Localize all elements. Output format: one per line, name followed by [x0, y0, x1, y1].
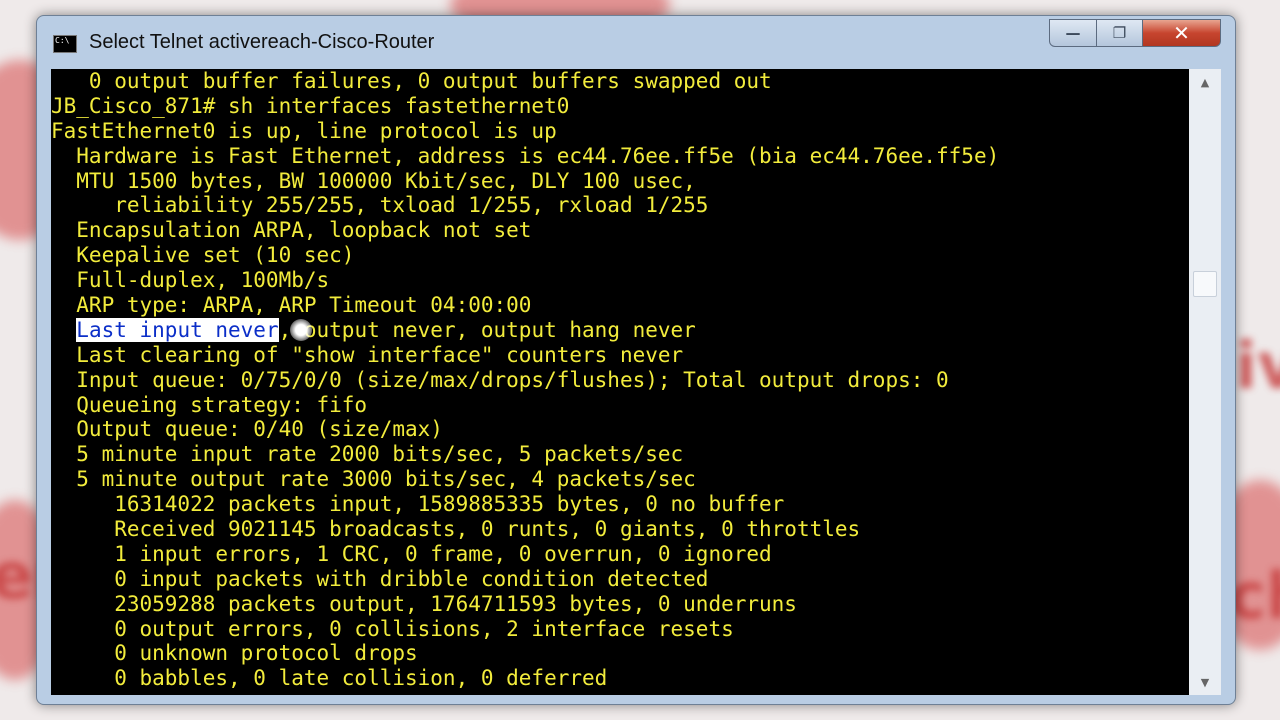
console-app-icon[interactable]	[53, 35, 77, 53]
terminal-line: Hardware is Fast Ethernet, address is ec…	[51, 143, 1000, 168]
telnet-window[interactable]: Select Telnet activereach-Cisco-Router —…	[36, 15, 1236, 705]
background-mark: ive	[1235, 330, 1280, 404]
vertical-scrollbar[interactable]: ▲ ▼	[1189, 69, 1221, 695]
terminal-line: ARP type: ARPA, ARP Timeout 04:00:00	[51, 293, 532, 318]
terminal-line: reliability 255/255, txload 1/255, rxloa…	[51, 193, 709, 218]
terminal-line: 0 output buffer failures, 0 output buffe…	[51, 69, 772, 93]
title-bar[interactable]: Select Telnet activereach-Cisco-Router —…	[37, 16, 1235, 68]
terminal-line: 16314022 packets input, 1589885335 bytes…	[51, 492, 785, 517]
scroll-up-arrow-icon[interactable]: ▲	[1189, 69, 1221, 95]
maximize-button[interactable]: ❐	[1097, 19, 1143, 47]
terminal-line: 5 minute output rate 3000 bits/sec, 4 pa…	[51, 467, 696, 492]
terminal-line: 0 babbles, 0 late collision, 0 deferred	[51, 666, 608, 691]
terminal-line: Keepalive set (10 sec)	[51, 243, 355, 268]
scrollbar-thumb[interactable]	[1193, 271, 1217, 297]
terminal-line: 5 minute input rate 2000 bits/sec, 5 pac…	[51, 442, 684, 467]
terminal-line: JB_Cisco_871# sh interfaces fastethernet…	[51, 93, 570, 118]
terminal-line: Full-duplex, 100Mb/s	[51, 268, 330, 293]
terminal-line: MTU 1500 bytes, BW 100000 Kbit/sec, DLY …	[51, 168, 696, 193]
mouse-cursor-icon	[290, 319, 312, 341]
close-icon: ✕	[1173, 21, 1190, 45]
selected-text[interactable]: Last input never	[76, 317, 279, 342]
terminal-line: Encapsulation ARPA, loopback not set	[51, 218, 532, 243]
terminal-line: FastEthernet0 is up, line protocol is up	[51, 118, 557, 143]
terminal-line: 0 input packets with dribble condition d…	[51, 566, 709, 591]
terminal-line: 23059288 packets output, 1764711593 byte…	[51, 591, 797, 616]
terminal-line: 0 output errors, 0 collisions, 2 interfa…	[51, 616, 734, 641]
terminal-output[interactable]: 0 output buffer failures, 0 output buffe…	[51, 69, 1189, 695]
terminal-line: 1 input errors, 1 CRC, 0 frame, 0 overru…	[51, 541, 772, 566]
terminal-lines: 0 output buffer failures, 0 output buffe…	[51, 69, 999, 691]
scroll-down-arrow-icon[interactable]: ▼	[1189, 669, 1221, 695]
window-title: Select Telnet activereach-Cisco-Router	[89, 31, 435, 53]
close-button[interactable]: ✕	[1143, 19, 1221, 47]
terminal-line-highlighted: Last input never, output never, output h…	[51, 317, 999, 343]
terminal-line: 0 unknown protocol drops	[51, 641, 418, 666]
minimize-button[interactable]: —	[1049, 19, 1097, 47]
terminal-line: Last clearing of "show interface" counte…	[51, 342, 684, 367]
terminal-line: Queueing strategy: fifo	[51, 392, 368, 417]
terminal-line: Input queue: 0/75/0/0 (size/max/drops/fl…	[51, 367, 949, 392]
maximize-icon: ❐	[1112, 24, 1127, 42]
minimize-icon: —	[1065, 24, 1081, 42]
line-rest: , output never, output hang never	[278, 317, 696, 342]
window-controls: — ❐ ✕	[1049, 19, 1221, 49]
terminal-line: Output queue: 0/40 (size/max)	[51, 417, 443, 442]
terminal-line: Received 9021145 broadcasts, 0 runts, 0 …	[51, 517, 861, 542]
